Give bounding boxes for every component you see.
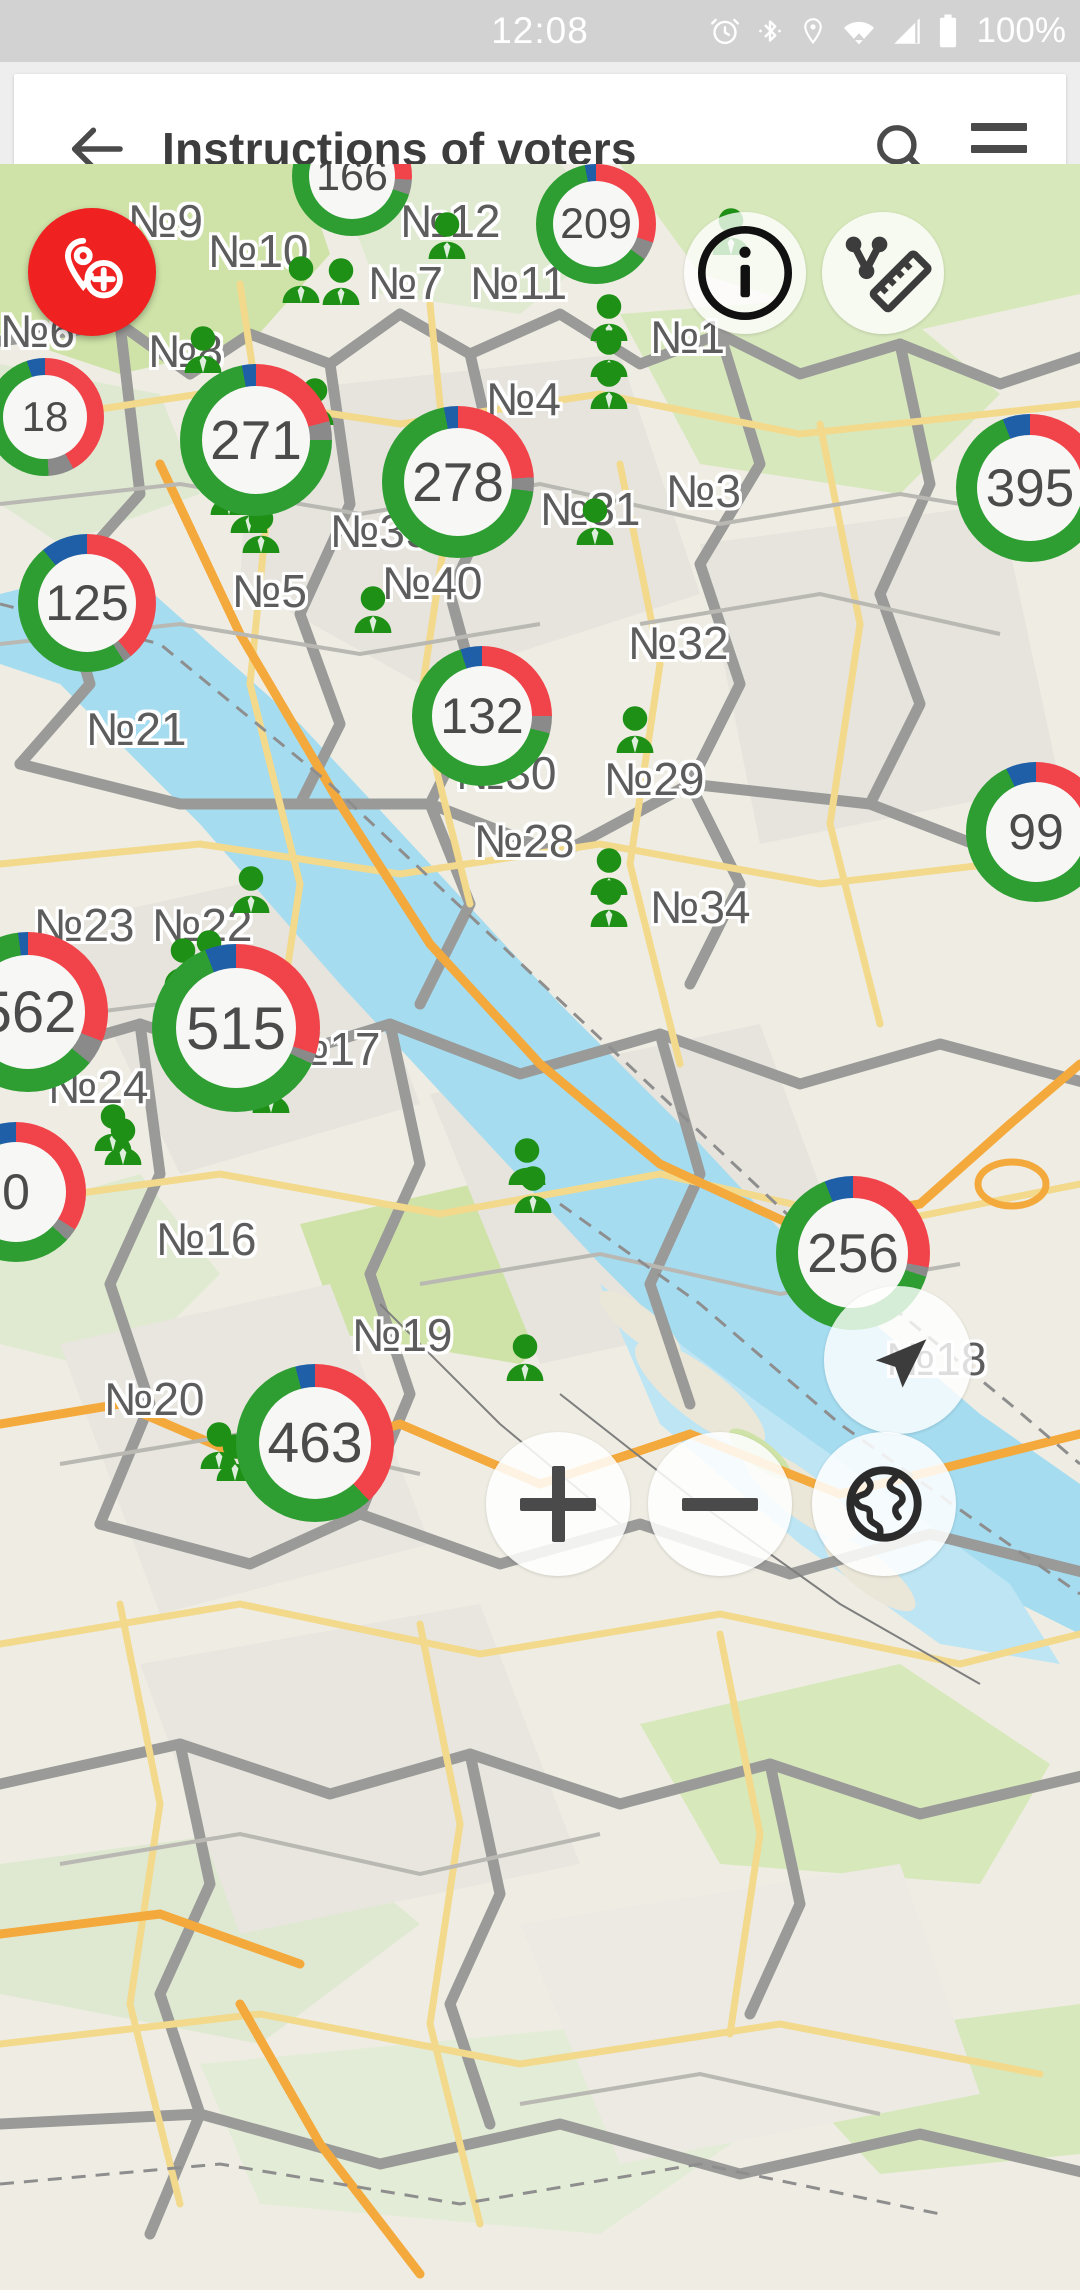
cluster-count-label: 209: [553, 181, 639, 267]
map-canvas[interactable]: №9№10№12№7№11№6№8№1№4№39№5№40№31№3№32№21…: [0, 164, 1080, 2290]
map-info-button[interactable]: [684, 212, 806, 334]
map-region-label: №29: [604, 753, 705, 805]
voter-marker-icon[interactable]: [612, 704, 658, 756]
minus-icon: [682, 1466, 758, 1542]
map-region-label: №21: [86, 703, 187, 755]
map-region-label: №32: [628, 617, 729, 669]
voter-marker-icon[interactable]: [318, 256, 364, 308]
map-cluster-marker[interactable]: 209: [536, 164, 656, 284]
cluster-count-label: 278: [404, 428, 512, 536]
map-region-label: №3: [666, 465, 741, 517]
cluster-count-label: 271: [202, 386, 310, 494]
map-region-label: №20: [104, 1373, 205, 1425]
voter-marker-icon[interactable]: [350, 584, 396, 636]
battery-icon: [940, 14, 957, 48]
app-bar-container: Instructions of voters: [0, 62, 1080, 224]
voter-marker-icon[interactable]: [180, 324, 226, 376]
voter-marker-icon[interactable]: [502, 1332, 548, 1384]
plus-icon: [520, 1466, 596, 1542]
voter-marker-icon[interactable]: [586, 878, 632, 930]
map-cluster-marker[interactable]: 463: [236, 1364, 394, 1522]
zoom-out-button[interactable]: [648, 1432, 792, 1576]
map-region-label: №28: [474, 815, 575, 867]
map-cluster-marker[interactable]: 515: [152, 944, 320, 1112]
measure-distance-button[interactable]: [822, 212, 944, 334]
map-region-label: №34: [650, 881, 751, 933]
voter-marker-icon[interactable]: [228, 864, 274, 916]
globe-icon: [846, 1466, 922, 1542]
cluster-count-label: 166: [309, 164, 395, 219]
voter-marker-icon[interactable]: [100, 1116, 146, 1168]
measure-ruler-icon: [845, 236, 932, 313]
map-region-label: №40: [382, 557, 483, 609]
compass-arrow-icon: [875, 1339, 927, 1388]
phone-screen: 12:08 100% Instructions of voters №9 №10…: [0, 0, 1080, 2290]
voter-marker-icon[interactable]: [510, 1164, 556, 1216]
cluster-count-label: 99: [986, 782, 1080, 882]
wifi-icon: [844, 21, 875, 45]
cluster-count-label: 562: [0, 955, 85, 1069]
cluster-count-label: 463: [259, 1387, 371, 1499]
cluster-count-label: 0: [0, 1142, 66, 1242]
add-location-button[interactable]: [28, 208, 156, 336]
alarm-icon: [711, 18, 740, 45]
info-icon: [697, 225, 793, 321]
voter-marker-icon[interactable]: [586, 360, 632, 412]
status-bar-icons: 100%: [708, 0, 1066, 62]
status-bar: 12:08 100%: [0, 0, 1080, 62]
map-cluster-marker[interactable]: 125: [18, 534, 156, 672]
cluster-count-label: 515: [176, 968, 296, 1088]
voter-marker-icon[interactable]: [424, 210, 470, 262]
my-location-button[interactable]: [824, 1286, 972, 1434]
signal-icon: [894, 18, 921, 44]
map-cluster-marker[interactable]: 278: [382, 406, 534, 558]
cluster-count-label: 395: [977, 435, 1080, 541]
zoom-in-button[interactable]: [486, 1432, 630, 1576]
location-icon: [804, 18, 823, 45]
map-region-label: №5: [232, 565, 307, 617]
battery-percent-label: 100%: [976, 11, 1066, 50]
map-region-label: №16: [156, 1213, 257, 1265]
add-location-icon: [65, 237, 123, 299]
map-region-label: №19: [352, 1309, 453, 1361]
map-cluster-marker[interactable]: 132: [412, 646, 552, 786]
bluetooth-icon: [759, 20, 782, 42]
cluster-count-label: 132: [432, 666, 532, 766]
map-region-label: №7: [368, 257, 443, 309]
cluster-count-label: 18: [3, 375, 87, 459]
voter-marker-icon[interactable]: [572, 496, 618, 548]
map-cluster-marker[interactable]: 271: [180, 364, 332, 516]
cluster-count-label: 125: [38, 554, 136, 652]
map-layers-button[interactable]: [812, 1432, 956, 1576]
